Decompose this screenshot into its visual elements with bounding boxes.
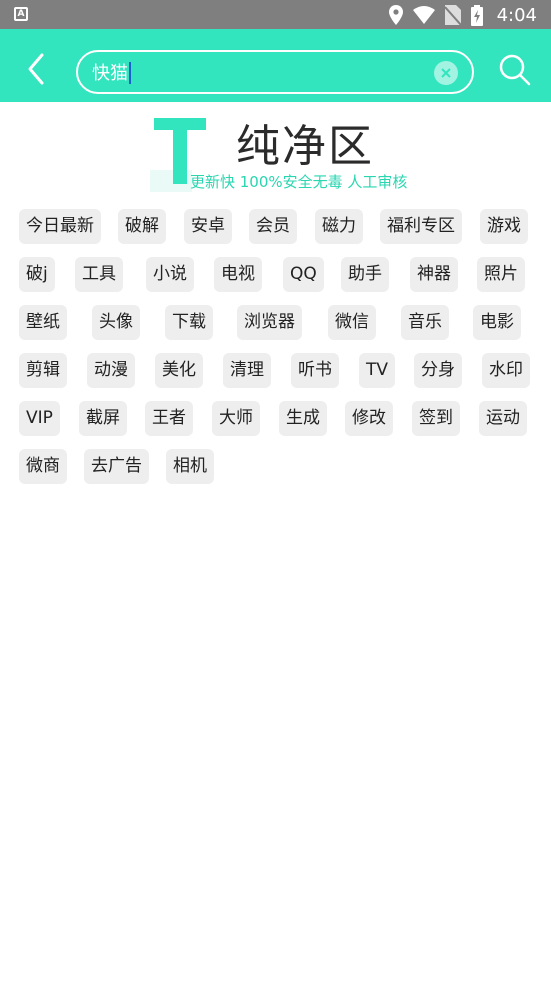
tag-item[interactable]: 动漫 — [87, 353, 135, 388]
tag-item[interactable]: 电影 — [473, 305, 521, 340]
pure-zone-banner: T 纯净区 更新快 100%安全无毒 人工审核 — [150, 108, 420, 194]
tag-item[interactable]: 今日最新 — [19, 209, 101, 244]
app-notification-icon: A — [14, 7, 28, 21]
no-sim-icon — [444, 5, 461, 25]
tag-item[interactable]: 浏览器 — [237, 305, 302, 340]
search-header — [0, 29, 551, 102]
tag-item[interactable]: 水印 — [482, 353, 530, 388]
location-icon — [388, 5, 403, 25]
tag-item[interactable]: 游戏 — [480, 209, 528, 244]
tag-item[interactable]: 签到 — [412, 401, 460, 436]
tag-item[interactable]: 生成 — [279, 401, 327, 436]
tag-item[interactable]: 分身 — [414, 353, 462, 388]
close-icon — [441, 68, 451, 78]
wifi-icon — [412, 6, 435, 24]
tag-item[interactable]: 福利专区 — [380, 209, 462, 244]
tag-item[interactable]: 磁力 — [315, 209, 363, 244]
tag-item[interactable]: 美化 — [155, 353, 203, 388]
tag-item[interactable]: 微信 — [328, 305, 376, 340]
tag-item[interactable]: 下载 — [165, 305, 213, 340]
tag-item[interactable]: 小说 — [146, 257, 194, 292]
tag-item[interactable]: 破解 — [118, 209, 166, 244]
clock: 4:04 — [496, 4, 537, 26]
battery-charging-icon — [470, 4, 483, 26]
tag-item[interactable]: 助手 — [341, 257, 389, 292]
tag-item[interactable]: 会员 — [249, 209, 297, 244]
tag-item[interactable]: 头像 — [92, 305, 140, 340]
tag-item[interactable]: VIP — [19, 401, 60, 436]
tag-item[interactable]: 修改 — [345, 401, 393, 436]
search-field — [76, 50, 474, 94]
tag-item[interactable]: 去广告 — [84, 449, 149, 484]
chevron-left-icon — [28, 53, 44, 85]
search-input[interactable] — [92, 58, 422, 86]
back-button[interactable] — [18, 51, 54, 87]
banner-slogan: 更新快 100%安全无毒 人工审核 — [190, 173, 408, 191]
tag-item[interactable]: 运动 — [479, 401, 527, 436]
tag-item[interactable]: 微商 — [19, 449, 67, 484]
tag-item[interactable]: 电视 — [214, 257, 262, 292]
tag-item[interactable]: 照片 — [477, 257, 525, 292]
text-caret — [129, 62, 131, 84]
tag-item[interactable]: QQ — [283, 257, 324, 292]
tag-item[interactable]: 清理 — [223, 353, 271, 388]
tag-item[interactable]: 音乐 — [401, 305, 449, 340]
tag-item[interactable]: 剪辑 — [19, 353, 67, 388]
tag-item[interactable]: 大师 — [212, 401, 260, 436]
tag-item[interactable]: 相机 — [166, 449, 214, 484]
banner-title: 纯净区 — [236, 121, 374, 172]
status-bar: A 4:04 — [0, 0, 551, 29]
tag-item[interactable]: 安卓 — [184, 209, 232, 244]
search-icon — [499, 54, 531, 86]
tag-item[interactable]: 破j — [19, 257, 55, 292]
tag-item[interactable]: 截屏 — [79, 401, 127, 436]
tag-item[interactable]: TV — [359, 353, 396, 388]
tag-item[interactable]: 王者 — [145, 401, 193, 436]
tag-item[interactable]: 壁纸 — [19, 305, 67, 340]
search-button[interactable] — [498, 53, 532, 87]
tag-item[interactable]: 工具 — [75, 257, 123, 292]
tag-item[interactable]: 听书 — [291, 353, 339, 388]
tag-item[interactable]: 神器 — [410, 257, 458, 292]
clear-search-button[interactable] — [434, 61, 458, 85]
